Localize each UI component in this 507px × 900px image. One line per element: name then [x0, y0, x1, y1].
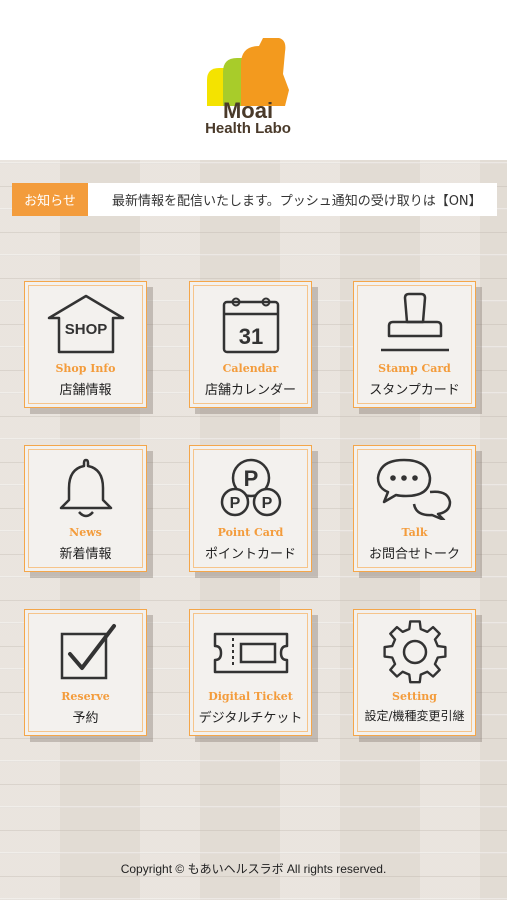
brand-logo: Moai Health Labo	[193, 34, 303, 144]
menu-tile-shop-info[interactable]: SHOP Shop Info 店舗情報	[24, 281, 147, 408]
calendar-icon: 31	[190, 292, 311, 356]
chat-icon	[354, 456, 475, 520]
tile-label-jp: 予約	[72, 711, 99, 726]
menu-tile-stamp-card[interactable]: Stamp Card スタンプカード	[353, 281, 476, 408]
shop-icon: SHOP	[25, 292, 146, 356]
tile-label-jp: お問合せトーク	[368, 547, 460, 562]
point-icon: P P P	[190, 456, 311, 520]
tile-label-jp: ポイントカード	[204, 547, 296, 562]
menu-tile-digital-ticket[interactable]: Digital Ticket デジタルチケット	[189, 609, 312, 736]
tile-label-en: Point Card	[217, 526, 284, 539]
calendar-icon-text: 31	[238, 324, 262, 349]
menu-tile-point-card[interactable]: P P P Point Card ポイントカード	[189, 445, 312, 572]
tile-label-en: Setting	[392, 690, 437, 703]
svg-text:P: P	[229, 495, 240, 512]
menu-tile-setting[interactable]: Setting 設定/機種変更引継	[353, 609, 476, 736]
tile-label-en: News	[69, 526, 102, 539]
copyright-text: Copyright © もあいヘルスラボ All rights reserved…	[120, 862, 387, 876]
tile-label-jp: スタンプカード	[369, 383, 460, 398]
tile-label-en: Talk	[401, 526, 428, 539]
menu-tile-reserve[interactable]: Reserve 予約	[24, 609, 147, 736]
notice-bar[interactable]: お知らせ 最新情報を配信いたします。プッシュ通知の受け取りは【ON】	[12, 183, 497, 216]
tile-label-jp: 店舗カレンダー	[204, 383, 296, 398]
shop-icon-text: SHOP	[64, 321, 107, 338]
tile-label-en: Reserve	[61, 690, 110, 703]
gear-icon	[354, 620, 475, 684]
notice-badge: お知らせ	[12, 183, 88, 216]
logo-subtitle: Health Labo	[205, 120, 291, 137]
tile-label-en: Digital Ticket	[208, 690, 293, 703]
tile-label-en: Stamp Card	[378, 362, 451, 375]
tile-label-jp: 設定/機種変更引継	[364, 709, 465, 723]
tile-label-jp: 新着情報	[59, 547, 112, 562]
ticket-icon	[190, 620, 311, 684]
menu-tile-talk[interactable]: Talk お問合せトーク	[353, 445, 476, 572]
notice-text: 最新情報を配信いたします。プッシュ通知の受け取りは【ON】	[112, 194, 482, 209]
tile-label-jp: 店舗情報	[59, 383, 112, 398]
tile-label-jp: デジタルチケット	[198, 711, 303, 726]
tile-label-en: Shop Info	[55, 362, 116, 375]
bell-icon	[25, 456, 146, 520]
svg-text:P: P	[243, 466, 258, 491]
checkbox-icon	[25, 620, 146, 684]
menu-tile-news[interactable]: News 新着情報	[24, 445, 147, 572]
svg-text:P: P	[261, 495, 272, 512]
menu-tile-calendar[interactable]: 31 Calendar 店舗カレンダー	[189, 281, 312, 408]
app-header: Moai Health Labo	[0, 0, 507, 160]
tile-label-en: Calendar	[222, 362, 279, 375]
stamp-icon	[354, 292, 475, 356]
